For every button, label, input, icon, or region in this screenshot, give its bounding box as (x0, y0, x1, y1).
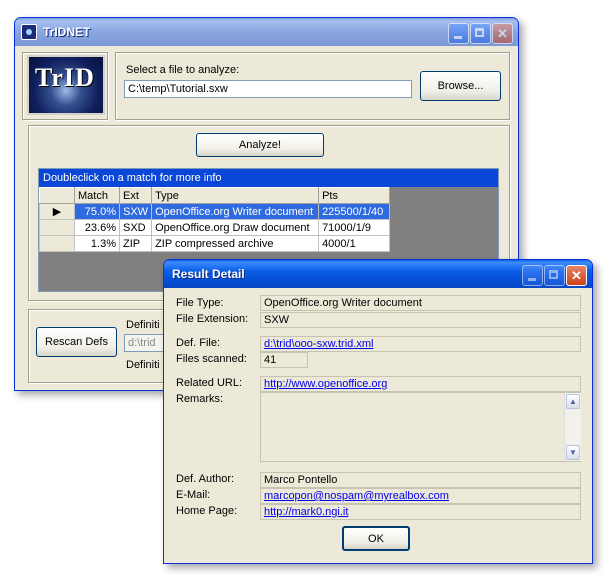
related-url-link[interactable]: http://www.openoffice.org (260, 376, 581, 392)
col-header-ext[interactable]: Ext (118, 187, 153, 204)
table-row[interactable]: ▶ 75.0% SXW OpenOffice.org Writer docume… (39, 203, 391, 220)
grid-header-row: Match Ext Type Pts (39, 187, 391, 204)
cell-match: 23.6% (74, 219, 120, 236)
close-icon: ✕ (497, 26, 508, 41)
logo-text: TrID (35, 63, 95, 92)
rescan-defs-button[interactable]: Rescan Defs (36, 327, 117, 357)
ok-button[interactable]: OK (342, 526, 410, 551)
detail-maximize-button[interactable] (544, 265, 565, 286)
table-row[interactable]: 23.6% SXD OpenOffice.org Draw document 7… (39, 219, 391, 236)
related-url-label: Related URL: (176, 377, 243, 389)
col-header-match[interactable]: Match (74, 187, 120, 204)
cell-type: ZIP compressed archive (151, 235, 320, 252)
cell-pts: 71000/1/9 (318, 219, 391, 236)
detail-close-button[interactable]: ✕ (566, 265, 587, 286)
remarks-label: Remarks: (176, 393, 224, 405)
maximize-icon (549, 270, 558, 279)
detail-titlebar[interactable]: Result Detail ✕ (164, 260, 592, 288)
file-extension-label: File Extension: (176, 313, 249, 325)
cell-ext: SXW (118, 203, 153, 220)
cell-type: OpenOffice.org Draw document (151, 219, 320, 236)
app-icon[interactable] (21, 24, 37, 40)
table-row[interactable]: 1.3% ZIP ZIP compressed archive 4000/1 (39, 235, 391, 252)
close-icon: ✕ (571, 268, 582, 283)
minimize-icon (454, 36, 462, 39)
browse-button[interactable]: Browse... (420, 71, 501, 101)
analyze-button[interactable]: Analyze! (196, 133, 324, 157)
home-page-link[interactable]: http://mark0.ngi.it (260, 504, 581, 520)
col-header-type[interactable]: Type (151, 187, 320, 204)
email-label: E-Mail: (176, 489, 211, 501)
select-file-label: Select a file to analyze: (126, 64, 240, 76)
email-link[interactable]: marcopon@nospam@myrealbox.com (260, 488, 581, 504)
def-file-link[interactable]: d:\trid\ooo-sxw.trid.xml (260, 336, 581, 352)
results-table: Match Ext Type Pts ▶ 75.0% SXW OpenOffic… (39, 187, 391, 252)
file-path-input[interactable]: C:\temp\Tutorial.sxw (124, 80, 412, 98)
trid-logo: TrID (27, 55, 105, 115)
definitions-label: Definiti (126, 319, 160, 331)
detail-minimize-button[interactable] (522, 265, 543, 286)
remarks-textarea[interactable] (260, 392, 581, 462)
cell-match: 1.3% (74, 235, 120, 252)
maximize-button[interactable] (470, 23, 491, 44)
files-scanned-label: Files scanned: (176, 353, 247, 365)
cell-type: OpenOffice.org Writer document (151, 203, 320, 220)
col-header-pts[interactable]: Pts (318, 187, 391, 204)
indicator-header (39, 187, 75, 204)
file-type-label: File Type: (176, 297, 224, 309)
minimize-button[interactable] (448, 23, 469, 44)
definitions-count-label: Definiti (126, 359, 160, 371)
definitions-path-field[interactable]: d:\trid (124, 334, 168, 352)
cell-pts: 225500/1/40 (318, 203, 391, 220)
result-detail-window: Result Detail ✕ File Type: OpenOffice.or… (163, 259, 593, 564)
def-file-label: Def. File: (176, 337, 221, 349)
row-indicator (39, 219, 75, 236)
file-extension-value: SXW (260, 312, 581, 328)
minimize-icon (528, 278, 536, 281)
scroll-down-arrow-icon[interactable]: ▼ (566, 445, 580, 460)
files-scanned-value: 41 (260, 352, 308, 368)
maximize-icon (475, 28, 484, 37)
home-page-label: Home Page: (176, 505, 238, 517)
main-titlebar[interactable]: TrIDNET ✕ (15, 18, 518, 46)
cell-pts: 4000/1 (318, 235, 391, 252)
cell-ext: SXD (118, 219, 153, 236)
cell-match: 75.0% (74, 203, 120, 220)
detail-window-title: Result Detail (172, 267, 245, 281)
close-button[interactable]: ✕ (492, 23, 513, 44)
remarks-scrollbar[interactable]: ▲ ▼ (564, 393, 581, 461)
row-indicator: ▶ (39, 203, 75, 220)
def-author-label: Def. Author: (176, 473, 235, 485)
grid-caption: Doubleclick on a match for more info (39, 169, 498, 187)
cell-ext: ZIP (118, 235, 153, 252)
def-author-value: Marco Pontello (260, 472, 581, 488)
scroll-up-arrow-icon[interactable]: ▲ (566, 394, 580, 409)
row-indicator (39, 235, 75, 252)
file-type-value: OpenOffice.org Writer document (260, 295, 581, 311)
main-window-title: TrIDNET (43, 25, 91, 39)
